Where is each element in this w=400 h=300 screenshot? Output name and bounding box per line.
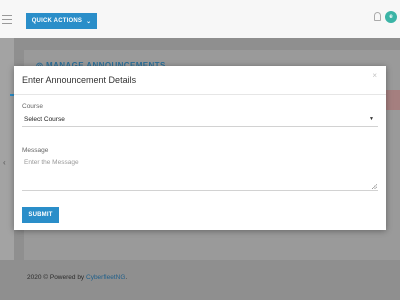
sidebar-collapse-icon[interactable]: ‹ (3, 158, 6, 167)
chevron-down-icon: ⌄ (86, 18, 92, 25)
message-placeholder: Enter the Message (24, 159, 79, 166)
modal-title: Enter Announcement Details (22, 75, 137, 85)
dropdown-arrow-icon: ▼ (369, 116, 374, 122)
announcement-modal: Enter Announcement Details × Course Sele… (14, 66, 386, 230)
submit-button[interactable]: SUBMIT (22, 207, 59, 223)
menu-icon[interactable] (2, 15, 12, 27)
top-navbar: QUICK ACTIONS ⌄ e (0, 0, 400, 38)
quick-actions-label: QUICK ACTIONS (31, 18, 83, 24)
course-select-value: Select Course (24, 116, 65, 123)
message-textarea[interactable]: Enter the Message (22, 158, 378, 191)
resize-handle-icon[interactable] (372, 184, 377, 189)
modal-header: Enter Announcement Details × (14, 66, 386, 95)
footer-link[interactable]: CyberfleetNG (86, 274, 125, 281)
footer-text: 2020 © Powered by CyberfleetNG. (27, 274, 127, 281)
footer-prefix: 2020 © Powered by (27, 274, 86, 281)
avatar[interactable]: e (385, 11, 397, 23)
footer-suffix: . (125, 274, 128, 281)
close-icon[interactable]: × (372, 71, 377, 80)
message-label: Message (22, 147, 49, 154)
course-select[interactable]: Select Course ▼ (22, 113, 378, 127)
quick-actions-button[interactable]: QUICK ACTIONS ⌄ (26, 13, 97, 29)
course-label: Course (22, 103, 43, 110)
bell-icon[interactable] (374, 12, 381, 21)
